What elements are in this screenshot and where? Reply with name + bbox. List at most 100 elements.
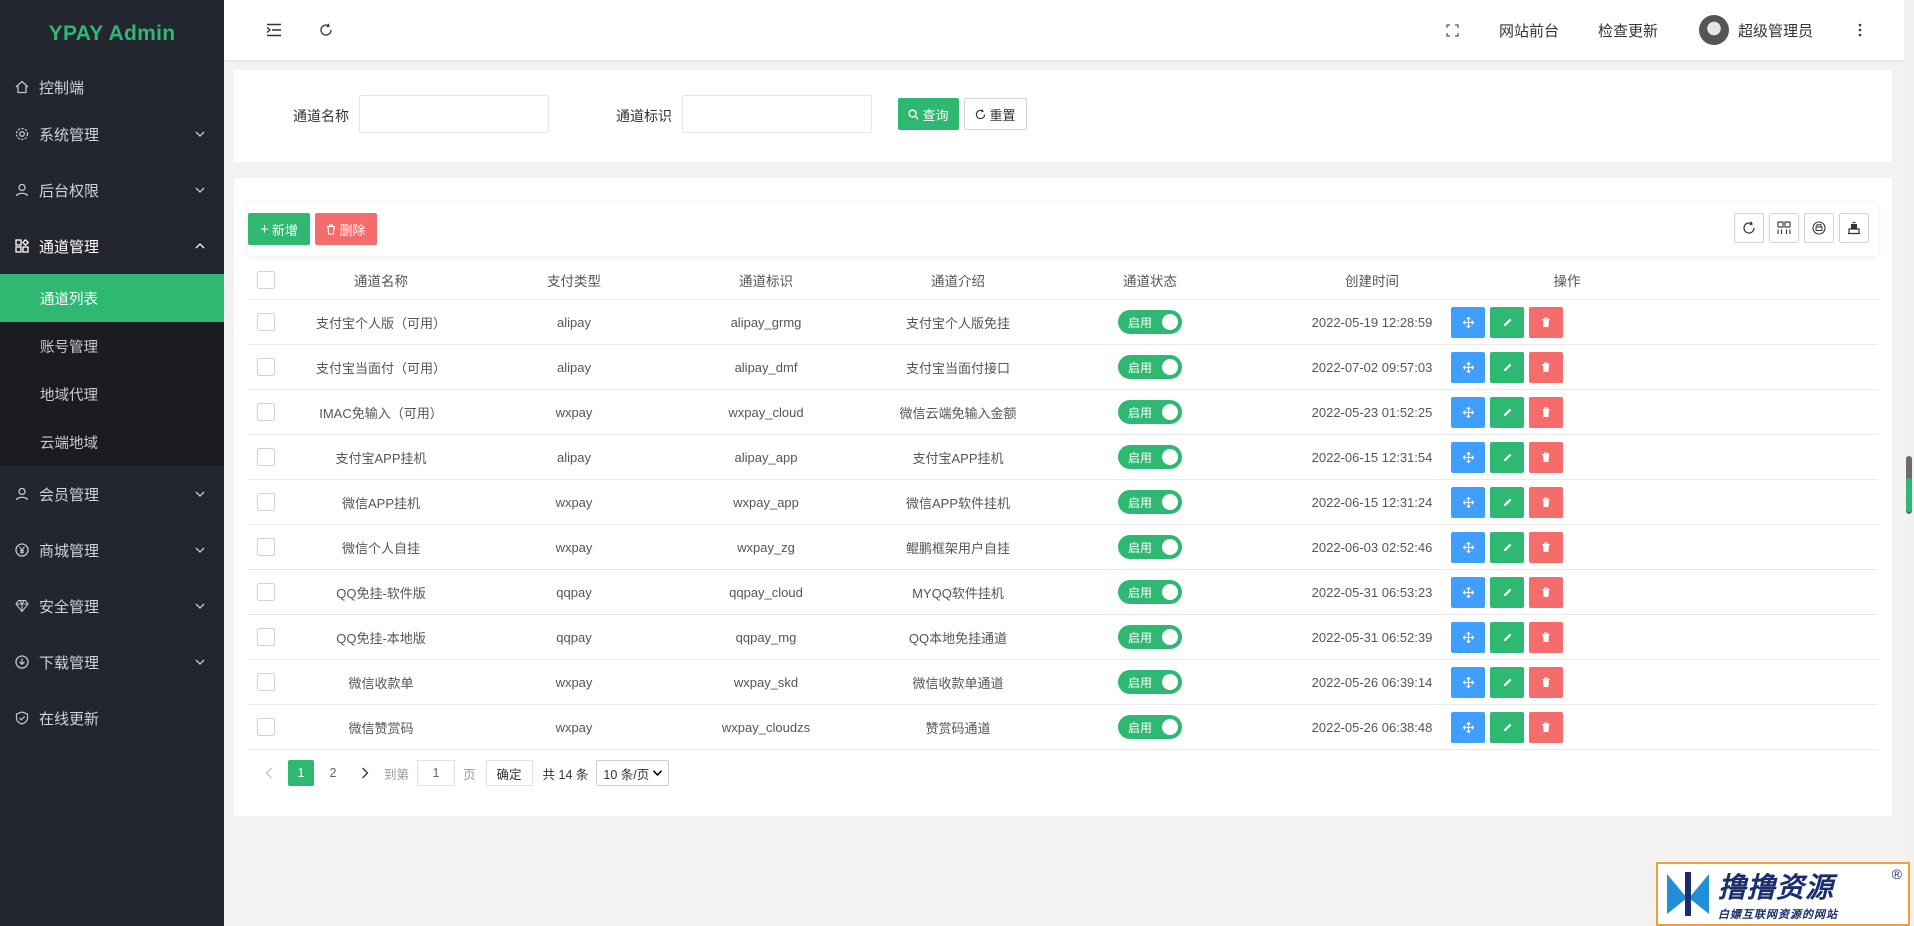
move-button[interactable] xyxy=(1451,352,1485,383)
trash-icon xyxy=(1542,677,1550,687)
site-frontend-link[interactable]: 网站前台 xyxy=(1499,20,1559,41)
edit-button[interactable] xyxy=(1490,712,1524,743)
edit-button[interactable] xyxy=(1490,352,1524,383)
prev-page-icon[interactable] xyxy=(256,760,282,786)
edit-button[interactable] xyxy=(1490,397,1524,428)
delete-row-button[interactable] xyxy=(1529,712,1563,743)
add-button[interactable]: + 新增 xyxy=(248,213,310,245)
avatar[interactable] xyxy=(1699,15,1729,45)
delete-row-button[interactable] xyxy=(1529,532,1563,563)
table-refresh-icon[interactable] xyxy=(1734,213,1764,243)
search-icon xyxy=(908,108,920,120)
status-toggle[interactable]: 启用 xyxy=(1118,400,1182,424)
submenu-item-account-management[interactable]: 账号管理 xyxy=(0,322,224,370)
channel-name-input[interactable] xyxy=(359,95,549,133)
reset-button[interactable]: 重置 xyxy=(964,98,1027,130)
edit-button[interactable] xyxy=(1490,577,1524,608)
delete-row-button[interactable] xyxy=(1529,397,1563,428)
sidebar-item-admin-permissions[interactable]: 后台权限 xyxy=(0,162,224,218)
column-header-name[interactable]: 通道名称 xyxy=(284,260,478,299)
submenu-item-cloud-region[interactable]: 云端地域 xyxy=(0,418,224,466)
column-header-type[interactable]: 支付类型 xyxy=(478,260,670,299)
status-toggle[interactable]: 启用 xyxy=(1118,355,1182,379)
sidebar-item-dashboard[interactable]: 控制端 xyxy=(0,68,224,106)
print-icon[interactable] xyxy=(1804,213,1834,243)
page-1[interactable]: 1 xyxy=(288,760,314,786)
export-icon[interactable] xyxy=(1839,213,1869,243)
move-button[interactable] xyxy=(1451,622,1485,653)
edit-button[interactable] xyxy=(1490,307,1524,338)
status-toggle[interactable]: 启用 xyxy=(1118,715,1182,739)
status-toggle[interactable]: 启用 xyxy=(1118,580,1182,604)
status-toggle[interactable]: 启用 xyxy=(1118,445,1182,469)
status-toggle[interactable]: 启用 xyxy=(1118,670,1182,694)
submenu-item-channel-list[interactable]: 通道列表 xyxy=(0,274,224,322)
status-toggle[interactable]: 启用 xyxy=(1118,490,1182,514)
query-button[interactable]: 查询 xyxy=(898,98,959,130)
move-button[interactable] xyxy=(1451,712,1485,743)
move-button[interactable] xyxy=(1451,532,1485,563)
move-button[interactable] xyxy=(1451,397,1485,428)
row-checkbox[interactable] xyxy=(257,493,275,511)
username[interactable]: 超级管理员 xyxy=(1738,20,1813,41)
row-checkbox[interactable] xyxy=(257,358,275,376)
goto-confirm-button[interactable]: 确定 xyxy=(485,760,533,786)
sidebar-item-label: 会员管理 xyxy=(39,486,100,504)
next-page-icon[interactable] xyxy=(352,760,378,786)
channel-code-input[interactable] xyxy=(682,95,872,133)
page-scrollbar[interactable] xyxy=(1904,0,1914,926)
page-size-select[interactable]: 10 条/页 xyxy=(596,760,670,786)
fullscreen-icon[interactable] xyxy=(1440,18,1464,42)
edit-button[interactable] xyxy=(1490,442,1524,473)
select-all-checkbox[interactable] xyxy=(257,270,275,289)
sidebar-item-mall[interactable]: 商城管理 xyxy=(0,522,224,578)
page-2[interactable]: 2 xyxy=(320,760,346,786)
more-vertical-icon[interactable] xyxy=(1848,18,1872,42)
submenu-item-region-agent[interactable]: 地域代理 xyxy=(0,370,224,418)
sidebar-item-channel-management[interactable]: 通道管理 xyxy=(0,218,224,274)
move-button[interactable] xyxy=(1451,487,1485,518)
row-checkbox[interactable] xyxy=(257,583,275,601)
delete-row-button[interactable] xyxy=(1529,622,1563,653)
row-checkbox[interactable] xyxy=(257,313,275,331)
edit-button[interactable] xyxy=(1490,487,1524,518)
move-button[interactable] xyxy=(1451,442,1485,473)
sidebar-item-downloads[interactable]: 下载管理 xyxy=(0,634,224,690)
delete-row-button[interactable] xyxy=(1529,442,1563,473)
delete-button[interactable]: 删除 xyxy=(315,213,377,245)
check-update-link[interactable]: 检查更新 xyxy=(1598,20,1658,41)
column-toggle-icon[interactable] xyxy=(1769,213,1799,243)
delete-row-button[interactable] xyxy=(1529,352,1563,383)
move-button[interactable] xyxy=(1451,667,1485,698)
delete-row-button[interactable] xyxy=(1529,307,1563,338)
trash-icon xyxy=(1542,362,1550,372)
sidebar-item-online-update[interactable]: 在线更新 xyxy=(0,690,224,746)
menu-collapse-icon[interactable] xyxy=(262,18,286,42)
sidebar-item-system[interactable]: 系统管理 xyxy=(0,106,224,162)
status-toggle[interactable]: 启用 xyxy=(1118,535,1182,559)
delete-row-button[interactable] xyxy=(1529,667,1563,698)
row-checkbox[interactable] xyxy=(257,448,275,466)
goto-page-input[interactable]: 1 xyxy=(417,760,456,786)
edit-button[interactable] xyxy=(1490,622,1524,653)
row-checkbox[interactable] xyxy=(257,628,275,646)
column-header-intro[interactable]: 通道介绍 xyxy=(862,260,1054,299)
column-header-code[interactable]: 通道标识 xyxy=(670,260,862,299)
row-checkbox[interactable] xyxy=(257,538,275,556)
move-button[interactable] xyxy=(1451,307,1485,338)
row-checkbox[interactable] xyxy=(257,718,275,736)
sidebar-item-security[interactable]: 安全管理 xyxy=(0,578,224,634)
status-toggle[interactable]: 启用 xyxy=(1118,625,1182,649)
column-header-status[interactable]: 通道状态 xyxy=(1054,260,1246,299)
delete-row-button[interactable] xyxy=(1529,487,1563,518)
edit-button[interactable] xyxy=(1490,667,1524,698)
row-checkbox[interactable] xyxy=(257,673,275,691)
row-checkbox[interactable] xyxy=(257,403,275,421)
delete-row-button[interactable] xyxy=(1529,577,1563,608)
refresh-icon[interactable] xyxy=(314,18,338,42)
status-toggle[interactable]: 启用 xyxy=(1118,310,1182,334)
column-header-created[interactable]: 创建时间 xyxy=(1246,260,1498,299)
sidebar-item-members[interactable]: 会员管理 xyxy=(0,466,224,522)
move-button[interactable] xyxy=(1451,577,1485,608)
edit-button[interactable] xyxy=(1490,532,1524,563)
